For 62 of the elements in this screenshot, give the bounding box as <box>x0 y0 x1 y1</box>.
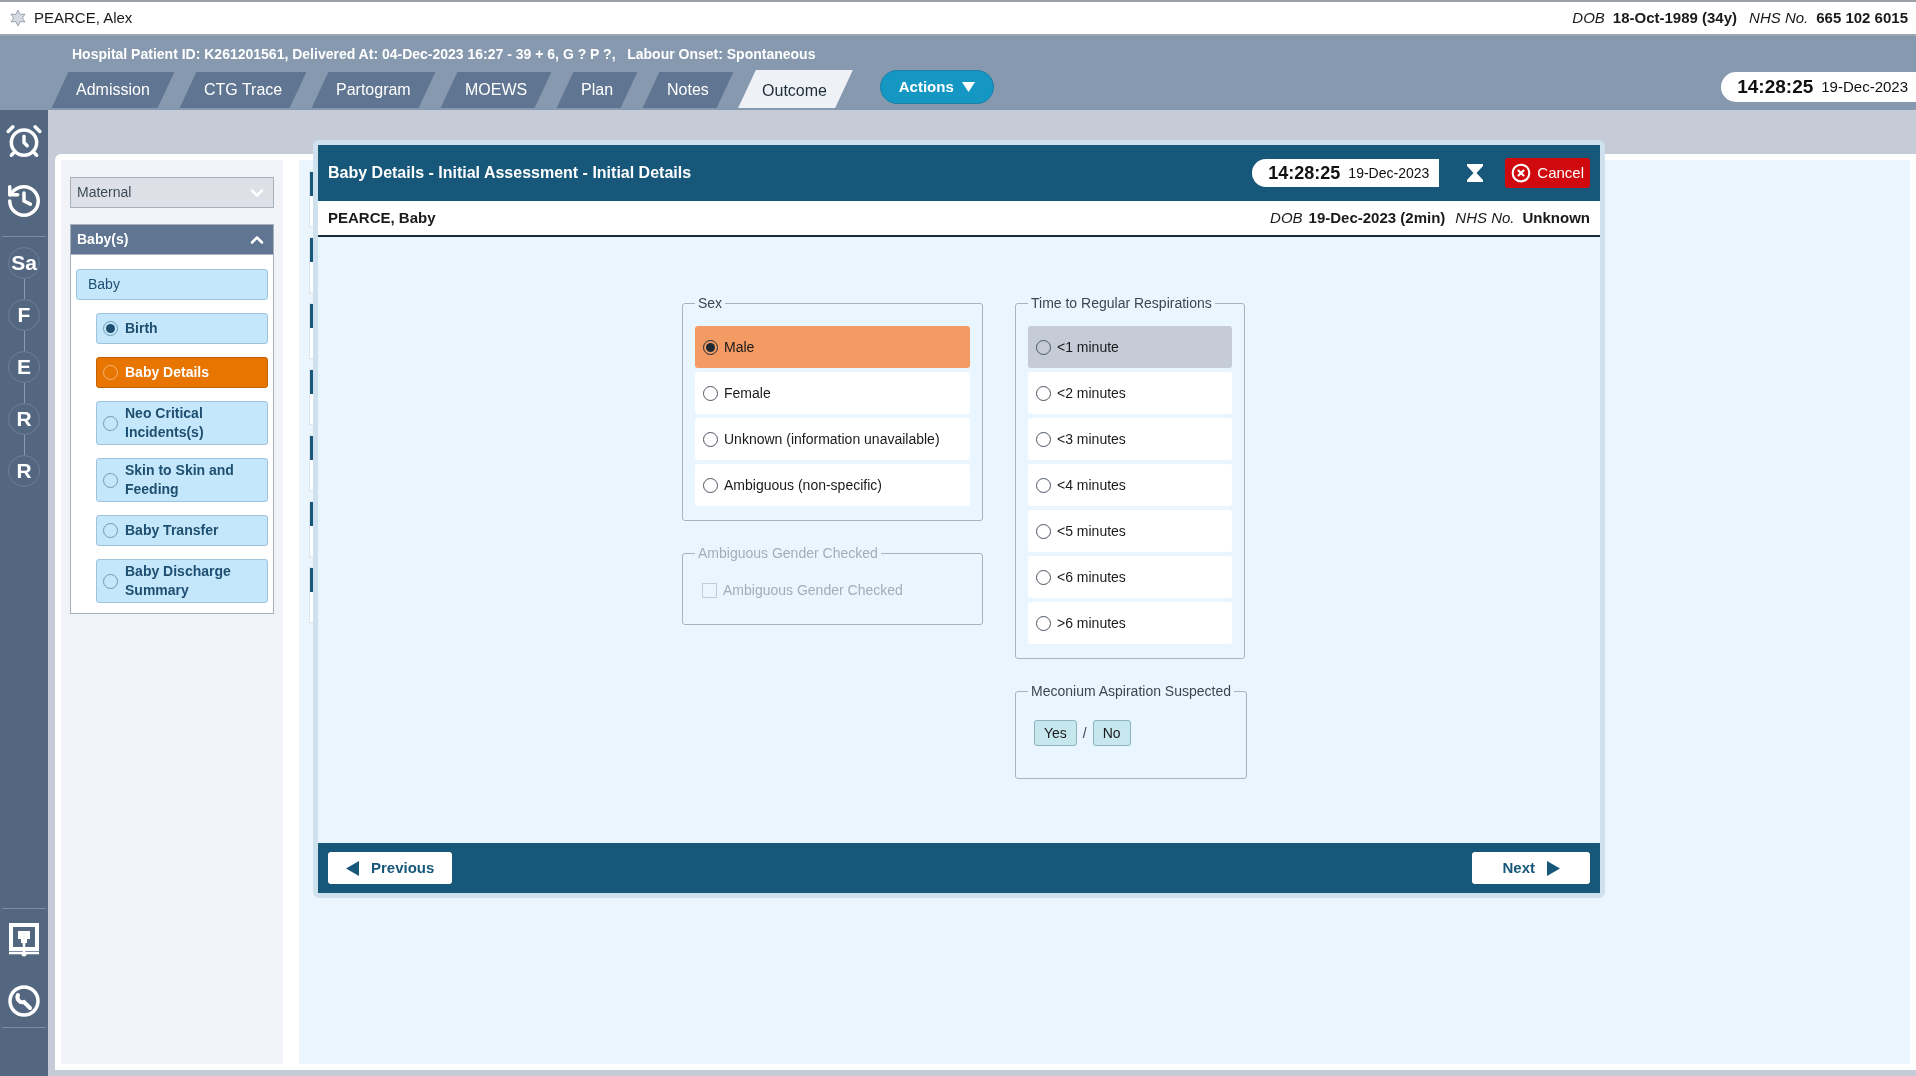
nav-item[interactable]: Skin to Skin and Feeding <box>96 458 268 502</box>
group-legend: Meconium Aspiration Suspected <box>1028 681 1234 702</box>
checkbox-label: Ambiguous Gender Checked <box>723 580 903 600</box>
clock-date: 19-Dec-2023 <box>1348 163 1430 183</box>
tab[interactable]: Notes <box>642 72 734 108</box>
section-header[interactable]: Baby(s) <box>70 224 274 255</box>
group-legend: Time to Regular Respirations <box>1028 293 1215 314</box>
respiration-option[interactable]: <3 minutes <box>1028 418 1232 460</box>
next-button[interactable]: Next <box>1472 852 1590 884</box>
separator-slash: / <box>1082 723 1087 743</box>
dob-value: 18-Oct-1989 (34y) <box>1612 7 1738 28</box>
choice-button[interactable]: Yes <box>1034 720 1077 746</box>
sex-option[interactable]: Ambiguous (non-specific) <box>695 464 970 506</box>
previous-button[interactable]: Previous <box>328 852 453 884</box>
patient-name: PEARCE, Alex <box>34 7 133 28</box>
group-legend: Ambiguous Gender Checked <box>695 543 881 564</box>
patient-info: Hospital Patient ID: K261201561, Delivered At: 04-Dec-2023 16:27 - 39 + 6, G ? P ?, Labour Onset: Spontaneous <box>72 45 817 64</box>
nhs-label: NHS No. <box>1749 7 1809 28</box>
respiration-option[interactable]: <1 minute <box>1028 326 1232 368</box>
network-screen-icon[interactable] <box>9 923 39 959</box>
cancel-button[interactable]: Cancel <box>1505 158 1590 188</box>
respiration-option[interactable]: <2 minutes <box>1028 372 1232 414</box>
triangle-left-icon <box>346 860 359 876</box>
close-icon <box>1511 163 1532 183</box>
dob-value: 19-Dec-2023 (2min) <box>1308 207 1446 228</box>
clock-time: 14:28:25 <box>1737 74 1814 99</box>
clock-time: 14:28:25 <box>1268 161 1341 185</box>
nhs-value: 665 102 6015 <box>1816 7 1908 28</box>
triangle-right-icon <box>1547 860 1560 876</box>
sex-option[interactable]: Male <box>695 326 970 368</box>
caret-icon <box>961 82 975 92</box>
history-icon[interactable] <box>5 182 43 220</box>
tab[interactable]: Admission <box>51 72 175 108</box>
tab[interactable]: Partogram <box>311 72 436 108</box>
respiration-option[interactable]: <6 minutes <box>1028 556 1232 598</box>
choice-button[interactable]: No <box>1092 720 1131 746</box>
baby-name: PEARCE, Baby <box>328 207 436 228</box>
tab[interactable]: Outcome <box>737 70 853 108</box>
dob-label: DOB <box>1270 207 1303 228</box>
group-legend: Sex <box>695 293 726 314</box>
respiration-option[interactable]: <4 minutes <box>1028 464 1232 506</box>
nhs-value: Unknown <box>1522 207 1590 228</box>
respiration-option[interactable]: <5 minutes <box>1028 510 1232 552</box>
nav-item[interactable]: Neo Critical Incidents(s) <box>96 401 268 445</box>
flower-icon <box>8 8 28 28</box>
nav-item[interactable]: Birth <box>96 313 268 344</box>
baby-item[interactable]: Baby <box>76 269 268 300</box>
dialog-title: Baby Details - Initial Assessment - Initial Details <box>328 163 692 183</box>
alarm-clock-icon[interactable] <box>5 122 43 160</box>
tab[interactable]: CTG Trace <box>179 72 307 108</box>
sex-option[interactable]: Female <box>695 372 970 414</box>
dob-label: DOB <box>1572 7 1605 28</box>
tab[interactable]: Plan <box>556 72 638 108</box>
section-header[interactable]: Maternal <box>70 177 274 208</box>
respiration-option[interactable]: >6 minutes <box>1028 602 1232 644</box>
sex-option[interactable]: Unknown (information unavailable) <box>695 418 970 460</box>
nhs-label: NHS No. <box>1455 207 1515 228</box>
wrench-icon[interactable] <box>8 985 40 1017</box>
nav-item[interactable]: Baby Discharge Summary <box>96 559 268 603</box>
tab[interactable]: MOEWS <box>440 72 552 108</box>
nav-item[interactable]: Baby Transfer <box>96 515 268 546</box>
clock-date: 19-Dec-2023 <box>1821 76 1908 97</box>
